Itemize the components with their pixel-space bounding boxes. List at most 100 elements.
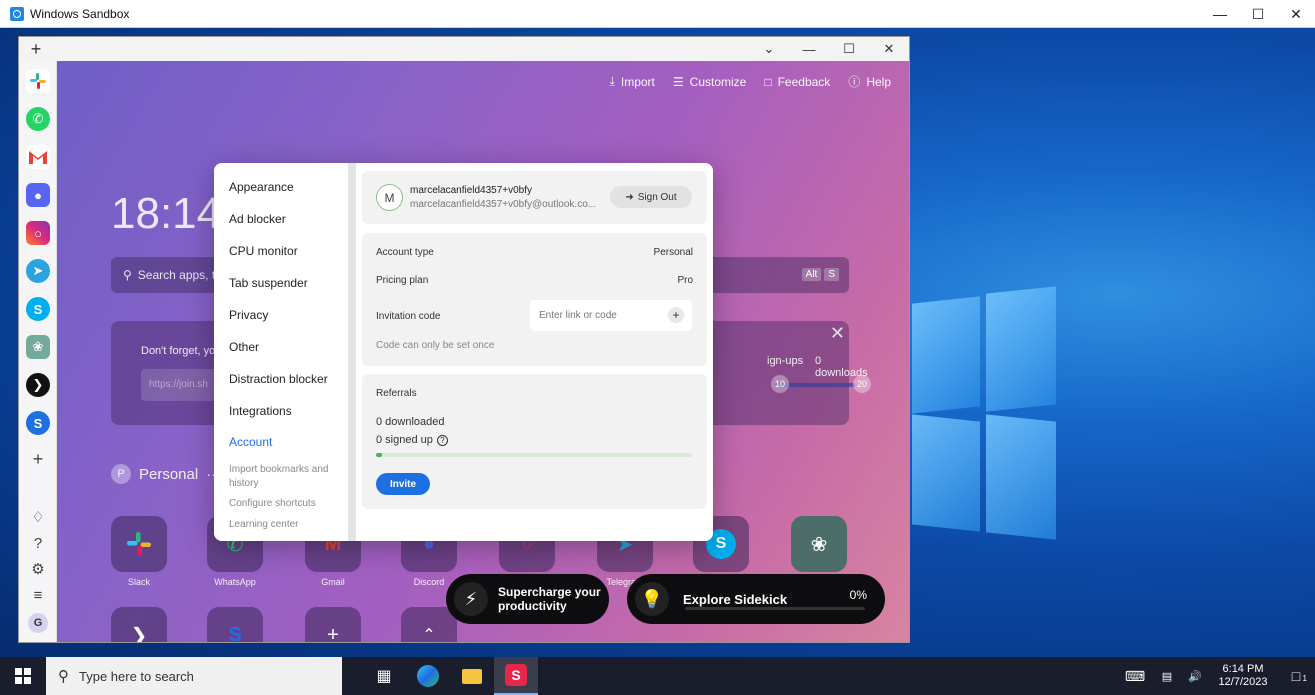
account-details-card: Account type Personal Pricing plan Pro I…	[362, 233, 707, 366]
nav-integrations[interactable]: Integrations	[229, 404, 292, 418]
add-app-icon[interactable]: +	[28, 449, 48, 469]
simplenote-icon[interactable]: S	[26, 411, 50, 435]
app-tile-simplenote[interactable]: S	[207, 607, 263, 642]
account-email: marcelacanfield4357+v0bfy@outlook.co...	[410, 199, 597, 210]
question-icon: ⓘ	[848, 75, 861, 89]
skype-icon[interactable]: S	[26, 297, 50, 321]
account-panel: M marcelacanfield4357+v0bfy marcelacanfi…	[356, 163, 713, 541]
add-app-tile[interactable]: +	[305, 607, 361, 642]
app-tile-slack[interactable]	[111, 516, 167, 572]
telegram-icon[interactable]: ➤	[26, 259, 50, 283]
help-button[interactable]: ⓘ Help	[848, 73, 891, 90]
system-tray: ⌨ ▤ 🔊 6:14 PM 12/7/2023 □ 1	[1117, 657, 1315, 695]
workspace-selector[interactable]: P Personal ··	[111, 464, 216, 484]
logout-icon: ➜	[625, 191, 634, 203]
close-icon[interactable]: ✕	[830, 323, 845, 344]
sandbox-title: Windows Sandbox	[30, 6, 130, 21]
lightbulb-icon: 💡	[635, 582, 669, 616]
gmail-icon[interactable]	[26, 145, 50, 169]
invite-button[interactable]: Invite	[376, 473, 430, 495]
discord-icon[interactable]: ●	[26, 183, 50, 207]
taskbar-search[interactable]: ⚲ Type here to search	[46, 657, 342, 695]
question-icon[interactable]: ?	[436, 434, 448, 446]
nav-privacy[interactable]: Privacy	[229, 308, 268, 322]
shift-taskbar-icon[interactable]: S	[494, 657, 538, 695]
minimize-button[interactable]: —	[1201, 0, 1239, 28]
pricing-plan-value: Pro	[677, 275, 693, 286]
account-type-value: Personal	[653, 247, 693, 258]
settings-modal: Appearance Ad blocker CPU monitor Tab su…	[214, 163, 713, 541]
sandbox-icon	[10, 6, 24, 21]
referral-link-field[interactable]: https://join.sh	[141, 369, 221, 401]
search-icon: ⚲	[58, 668, 69, 685]
slack-icon[interactable]	[26, 69, 50, 93]
maximize-button[interactable]: ☐	[1239, 0, 1277, 28]
edge-icon[interactable]	[406, 657, 450, 695]
clock: 18:14	[111, 189, 222, 238]
volume-icon[interactable]: 🔊	[1181, 670, 1209, 683]
app-sidebar: ✆ ● ○ ➤ S ❀ ❯ S + ♢ ? ⚙ ≡ G	[19, 61, 57, 642]
app-tile-chatgpt[interactable]: ❀	[791, 516, 847, 572]
task-view-icon[interactable]: ▦	[362, 657, 406, 695]
search-icon: ⚲	[123, 268, 132, 282]
bell-icon[interactable]: ♢	[28, 507, 48, 527]
file-explorer-icon[interactable]	[450, 657, 494, 695]
referral-progress-fill	[376, 453, 383, 457]
shift-maximize-button[interactable]: ☐	[829, 37, 869, 61]
feedback-icon: □	[764, 74, 772, 89]
instagram-icon[interactable]: ○	[26, 221, 50, 245]
nav-ad-blocker[interactable]: Ad blocker	[229, 212, 286, 226]
top-toolbar: ⤓ Import ☰ Customize □ Feedback ⓘ Help	[610, 73, 891, 90]
sandbox-titlebar: Windows Sandbox — ☐ ✕	[0, 0, 1315, 28]
profile-card: M marcelacanfield4357+v0bfy marcelacanfi…	[362, 171, 707, 224]
start-button[interactable]	[0, 657, 46, 695]
import-icon: ⤓	[609, 74, 615, 88]
chevron-down-icon[interactable]: ⌄	[749, 37, 789, 61]
sidekick-pill[interactable]: 💡 Explore Sidekick 0%	[627, 574, 885, 624]
shift-minimize-button[interactable]: —	[789, 37, 829, 61]
account-avatar: M	[376, 184, 403, 211]
referrals-card: Referrals 0 downloaded 0 signed up ? Inv…	[362, 374, 707, 509]
menu-icon[interactable]: ≡	[28, 585, 48, 605]
shortcut-hint: Alt S	[801, 268, 839, 281]
nav-cpu-monitor[interactable]: CPU monitor	[229, 244, 298, 258]
supercharge-pill[interactable]: ⚡ Supercharge your productivity	[446, 574, 609, 624]
nav-account[interactable]: Account	[229, 435, 272, 449]
notification-icon[interactable]: □ 1	[1277, 668, 1315, 684]
nav-distraction-blocker[interactable]: Distraction blocker	[229, 372, 328, 386]
app-tile-arrow[interactable]: ❯	[111, 607, 167, 642]
sidekick-progress	[685, 607, 865, 610]
close-button[interactable]: ✕	[1277, 0, 1315, 28]
nav-import-bookmarks[interactable]: Import bookmarks and history	[229, 463, 329, 491]
workspace-avatar: P	[111, 464, 131, 484]
shift-close-button[interactable]: ✕	[869, 37, 909, 61]
keyboard-icon[interactable]: ⌨	[1117, 668, 1153, 685]
nav-appearance[interactable]: Appearance	[229, 180, 294, 194]
sign-out-button[interactable]: ➜ Sign Out	[610, 186, 692, 208]
feedback-button[interactable]: □ Feedback	[764, 73, 830, 90]
milestone-10: 10	[771, 375, 789, 393]
whatsapp-icon[interactable]: ✆	[26, 107, 50, 131]
chatgpt-icon[interactable]: ❀	[26, 335, 50, 359]
referral-progress	[376, 453, 692, 457]
gear-icon[interactable]: ⚙	[28, 559, 48, 579]
clock-tray[interactable]: 6:14 PM 12/7/2023	[1209, 663, 1277, 689]
import-button[interactable]: ⤓ Import	[610, 73, 655, 90]
new-tab-button[interactable]: +	[19, 39, 53, 60]
nav-learning-center[interactable]: Learning center	[229, 518, 299, 532]
user-avatar[interactable]: G	[28, 613, 48, 633]
windows-icon	[15, 668, 31, 684]
add-code-icon[interactable]: +	[668, 307, 684, 323]
nav-configure-shortcuts[interactable]: Configure shortcuts	[229, 497, 316, 511]
nav-tab-suspender[interactable]: Tab suspender	[229, 276, 308, 290]
chevron-up-icon[interactable]: ⌃	[401, 607, 457, 642]
network-icon[interactable]: ▤	[1153, 670, 1181, 683]
help-icon[interactable]: ?	[28, 533, 48, 553]
nav-other[interactable]: Other	[229, 340, 259, 354]
milestone-20: 20	[853, 375, 871, 393]
account-name: marcelacanfield4357+v0bfy	[410, 185, 533, 196]
sliders-icon: ☰	[672, 74, 684, 89]
customize-button[interactable]: ☰ Customize	[673, 73, 746, 90]
invitation-code-input[interactable]: Enter link or code +	[530, 300, 692, 331]
arrow-app-icon[interactable]: ❯	[26, 373, 50, 397]
